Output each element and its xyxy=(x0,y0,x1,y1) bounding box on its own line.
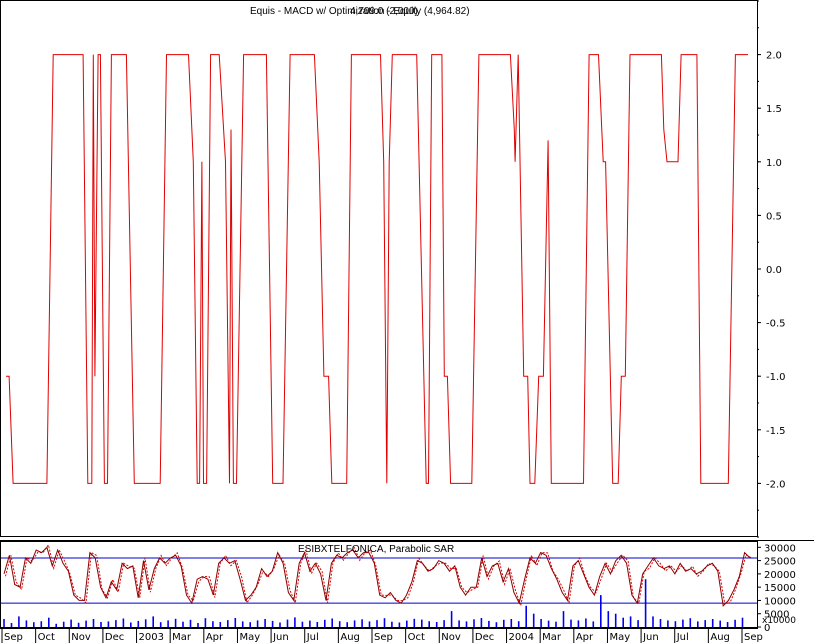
price-y-tick-label: 10000 xyxy=(764,596,796,607)
x-tick-label: Jul xyxy=(306,632,319,643)
x-tick-label: Jun xyxy=(642,632,659,643)
equity-y-tick-label: 0.5 xyxy=(766,211,782,222)
x-tick-label: May xyxy=(609,632,630,643)
equity-y-tick-label: 1.5 xyxy=(766,104,782,115)
x-tick-label: Sep xyxy=(374,632,393,643)
price-y-tick-label: 15000 xyxy=(764,583,796,594)
x-tick-label: 2003 xyxy=(139,632,164,643)
equity-overlay-text: 4,709.0 (2,000) xyxy=(350,6,418,17)
x-tick-label: Dec xyxy=(475,632,494,643)
x-tick-label: Mar xyxy=(542,632,562,643)
x-tick-label: Dec xyxy=(105,632,124,643)
equity-y-tick-label: 2.0 xyxy=(766,51,782,62)
x-tick-label: Aug xyxy=(340,632,360,643)
x-tick-label: Jun xyxy=(272,632,289,643)
equity-y-tick-label: -0.5 xyxy=(766,319,786,330)
equity-y-tick-label: -2.0 xyxy=(766,479,786,490)
price-y-tick-label: 30000 xyxy=(764,543,796,554)
x-tick-label: May xyxy=(239,632,260,643)
x-axis: Sep Oct Nov Dec 2003 Mar Apr May Jun Jul Aug Sep Oct… xyxy=(0,628,763,643)
x-tick-label: Nov xyxy=(71,632,91,643)
x-tick-label: 2004 xyxy=(509,632,534,643)
x-tick-label: Aug xyxy=(710,632,730,643)
price-panel: 300002500020000150001000050000 ESIBXTELF… xyxy=(0,541,796,634)
x-tick-label: Nov xyxy=(441,632,461,643)
x-tick-label: Apr xyxy=(206,632,224,643)
equity-panel: 2.01.51.00.50.0-0.5-1.0-1.5-2.0 Equis - … xyxy=(0,0,786,538)
price-y-tick-label: 25000 xyxy=(764,557,796,568)
x-tick-label: Sep xyxy=(744,632,763,643)
x-tick-label: Jul xyxy=(676,632,689,643)
x-tick-label: Apr xyxy=(576,632,594,643)
x-tick-label: Mar xyxy=(172,632,192,643)
equity-y-tick-label: 0.0 xyxy=(766,265,782,276)
x-tick-label: Oct xyxy=(38,632,55,643)
chart-root: 2.0 1.5 1.0 0.5 0.0 -0.5 -1.0 -1.5 -2.0 Equis - … xyxy=(0,0,814,643)
price-y-tick-label: 20000 xyxy=(764,570,796,581)
equity-y-tick-label: -1.0 xyxy=(766,372,786,383)
y-multiplier-label: x10000 xyxy=(762,616,796,626)
price-chart-title: ESIBXTELFONICA, Parabolic SAR xyxy=(298,544,454,555)
equity-y-tick-label: -1.5 xyxy=(766,426,786,437)
x-tick-label: Sep xyxy=(4,632,23,643)
equity-y-tick-label: 1.0 xyxy=(766,158,782,169)
equity-y-axis: 2.0 1.5 1.0 0.5 0.0 -0.5 -1.0 -1.5 -2.0 xyxy=(757,0,786,538)
x-tick-label: Oct xyxy=(408,632,425,643)
equity-plot-frame xyxy=(0,0,758,537)
chart-svg: 2.01.51.00.50.0-0.5-1.0-1.5-2.0 Equis - … xyxy=(0,0,814,643)
